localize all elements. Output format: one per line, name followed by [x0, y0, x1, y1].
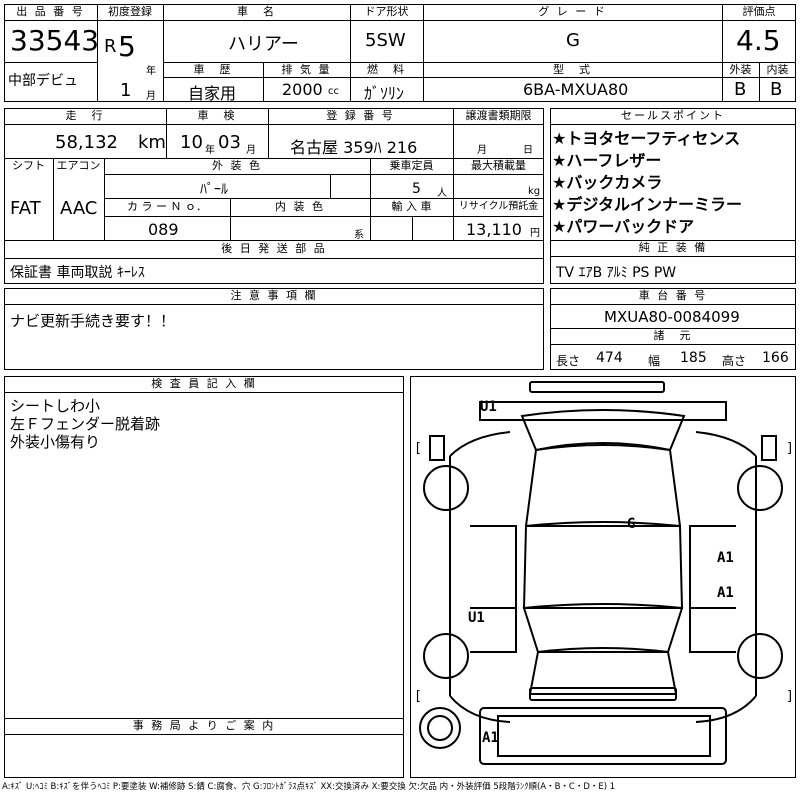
- notes-label: 注 意 事 項 欄: [230, 289, 318, 302]
- score: 4.5: [736, 24, 781, 57]
- damage-mark-a1-bottom: A1: [482, 730, 499, 746]
- model-label: 型 式: [553, 63, 592, 76]
- int-label: 内装: [766, 63, 789, 76]
- width: 185: [680, 350, 707, 366]
- notes-text: ナビ更新手続き要す！！: [10, 312, 176, 330]
- sales-point-item: ★デジタルインナーミラー: [552, 195, 743, 214]
- car-damage-diagram: [] []: [414, 381, 794, 765]
- disp-label: 排 気 量: [281, 63, 332, 76]
- model-code: 6BA-MXUA80: [523, 80, 629, 99]
- office-label: 事 務 局 よ り ご 案 内: [132, 719, 276, 732]
- displacement: 2000: [282, 80, 323, 99]
- damage-mark-u1-left: U1: [468, 610, 485, 626]
- inspect-label: 車 検: [197, 109, 237, 122]
- svg-text:[: [: [414, 441, 422, 456]
- ext-grade: B: [734, 79, 747, 100]
- svg-text:]: ]: [786, 689, 794, 704]
- plate-number: 名古屋 359ﾊ 216: [290, 138, 418, 157]
- door-type: 5SW: [365, 30, 406, 51]
- import-label: 輸 入 車: [391, 200, 432, 213]
- month-unit: 月: [146, 91, 156, 102]
- color-no: 089: [148, 220, 179, 239]
- ac: AAC: [60, 198, 98, 219]
- sales-point-item: ★バックカメラ: [552, 173, 663, 192]
- load-label: 最大積載量: [471, 159, 526, 172]
- lot-no-label: 出 品 番 号: [16, 5, 85, 18]
- height: 166: [762, 350, 789, 366]
- inspect-month-unit: 月: [246, 145, 256, 156]
- sales-point-item: ★ハーフレザー: [552, 151, 662, 170]
- mileage: 58,132: [55, 132, 118, 153]
- damage-mark-u1-top: U1: [480, 399, 497, 415]
- first-reg-label: 初度登録: [108, 5, 152, 18]
- int-color-unit: 系: [354, 230, 364, 241]
- chassis-label: 車 台 番 号: [638, 289, 708, 302]
- inspector-label: 検 査 員 記 入 欄: [151, 377, 257, 390]
- venue: 中部デビュ: [8, 73, 78, 89]
- recycle-label: リサイクル預託金: [458, 201, 539, 212]
- door-label: ドア形状: [364, 5, 409, 18]
- damage-mark-a1-right-front: A1: [717, 550, 734, 566]
- score-label: 評価点: [742, 5, 776, 18]
- lot-no: 33543: [10, 24, 100, 57]
- grade-label: グ レ ー ド: [538, 5, 607, 18]
- svg-text:[: [: [414, 689, 422, 704]
- equipment: TV ｴｱB ｱﾙﾐ PS PW: [556, 265, 677, 281]
- capacity-unit: 人: [437, 188, 447, 199]
- later-parts: 保証書 車両取説 ｷｰﾚｽ: [10, 265, 145, 281]
- car-name-label: 車 名: [237, 5, 276, 18]
- inspect-month: 03: [218, 132, 241, 153]
- dims-label: 諸 元: [653, 329, 693, 342]
- era: R: [104, 36, 117, 57]
- history-label: 車 歴: [193, 63, 233, 76]
- sales-points-label: セールスポイント: [621, 109, 725, 122]
- transfer-day-unit: 日: [523, 145, 533, 156]
- mileage-unit: km: [138, 132, 166, 153]
- color-no-label: カ ラ ー Ｎ ｏ．: [127, 200, 207, 213]
- sales-point-item: ★トヨタセーフティセンス: [552, 129, 741, 148]
- chassis-number: MXUA80-0084099: [604, 308, 740, 326]
- later-parts-label: 後 日 発 送 部 品: [221, 242, 327, 255]
- ext-color-label: 外 装 色: [212, 159, 262, 172]
- int-grade: B: [770, 79, 783, 100]
- shift: FAT: [10, 198, 41, 219]
- reg-month: 1: [120, 80, 132, 101]
- disp-unit: cc: [328, 86, 339, 97]
- reg-year: 5: [118, 30, 136, 63]
- length: 474: [596, 350, 623, 366]
- transfer-month-unit: 月: [477, 145, 487, 156]
- car-name: ハリアー: [228, 34, 299, 55]
- grade: G: [566, 30, 580, 51]
- height-label: 高さ: [722, 354, 747, 368]
- inspect-year: 10: [180, 132, 203, 153]
- legend-text: A:ｷｽﾞ U:ﾍｺﾐ B:ｷｽﾞを伴うﾍｺﾐ P:要塗装 W:補修跡 S:錆 …: [2, 782, 616, 792]
- fuel-label: 燃 料: [367, 63, 406, 76]
- equipment-label: 純 正 装 備: [638, 241, 708, 254]
- inspect-year-unit: 年: [205, 145, 215, 156]
- mileage-label: 走 行: [65, 109, 105, 122]
- int-color-label: 内 装 色: [275, 200, 325, 213]
- fuel: ｶﾞｿﾘﾝ: [364, 84, 405, 103]
- history: 自家用: [188, 84, 237, 103]
- damage-mark-g: G: [627, 516, 636, 532]
- inspector-line: 外装小傷有り: [10, 433, 101, 451]
- load-unit: kg: [528, 186, 541, 197]
- length-label: 長さ: [556, 354, 581, 368]
- year-unit: 年: [146, 66, 156, 77]
- width-label: 幅: [648, 354, 661, 368]
- sales-point-item: ★パワーバックドア: [552, 217, 695, 236]
- recycle-unit: 円: [530, 228, 540, 239]
- capacity-label: 乗車定員: [389, 159, 434, 172]
- transfer-label: 譲渡書類期限: [465, 109, 532, 122]
- shift-label: シフト: [12, 159, 45, 172]
- damage-mark-a1-right-rear: A1: [717, 585, 734, 601]
- ext-color: ﾊﾟｰﾙ: [200, 182, 228, 198]
- ac-label: エアコン: [56, 159, 101, 172]
- ext-label: 外装: [729, 63, 752, 76]
- svg-text:]: ]: [786, 441, 794, 456]
- recycle-amount: 13,110: [466, 220, 522, 239]
- plate-label: 登 録 番 号: [326, 109, 395, 122]
- capacity: 5: [412, 181, 421, 197]
